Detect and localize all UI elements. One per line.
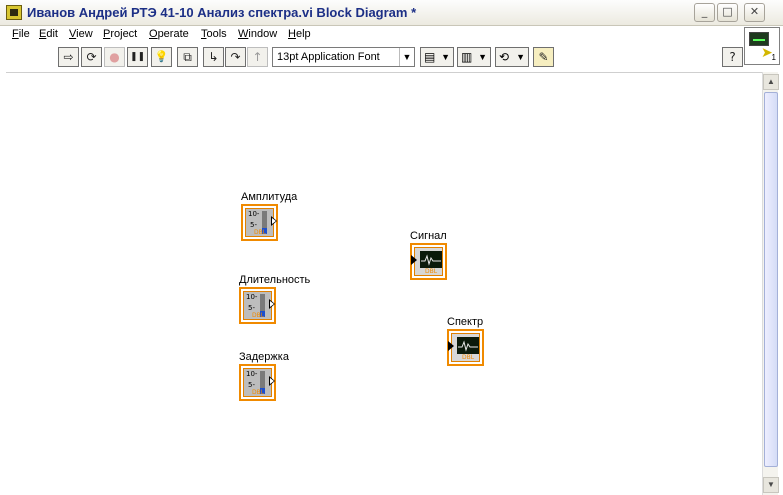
distribute-objects-dropdown[interactable]: ▥ ▼ [457,47,491,67]
toolbar: ⇨ ⟳ ● ❚❚ 💡 ⧉ ↳ ↷ ↑ 13pt Application Font… [0,44,743,70]
tick-label-low: 5- [250,221,257,229]
datatype-label: DBL [252,312,265,319]
chevron-down-icon: ▼ [399,48,414,66]
run-continuously-icon[interactable]: ⟳ [81,47,102,67]
distribute-objects-icon: ▥ [461,50,473,64]
vi-icon-connector-pane[interactable]: ➤ 1 [744,27,780,65]
terminal-label-signal[interactable]: Сигнал [410,230,447,242]
font-select-value: 13pt Application Font [277,51,380,63]
run-arrow-icon[interactable]: ⇨ [58,47,79,67]
output-terminal-arrow-icon [269,299,275,309]
step-out-icon[interactable]: ↑ [247,47,268,67]
terminal-duration[interactable]: 10- 5- DBL [239,287,276,324]
terminal-label-delay[interactable]: Задержка [239,351,289,363]
menu-edit[interactable]: Edit [39,28,58,40]
terminal-signal[interactable]: DBL [410,243,447,280]
scrollbar-thumb[interactable] [764,92,778,467]
menu-help[interactable]: Help [288,28,311,40]
graph-screen [420,251,442,268]
reorder-icon: ⟲ [499,50,510,64]
tick-label-high: 10- [248,210,260,218]
menu-project[interactable]: Project [103,28,137,40]
waveform-icon [421,254,441,266]
menu-view[interactable]: View [69,28,93,40]
numeric-control-icon: 10- 5- DBL [243,291,272,320]
clean-up-diagram-icon[interactable]: ✎ [533,47,554,67]
numeric-control-icon: 10- 5- DBL [245,208,274,237]
scroll-up-icon[interactable]: ▲ [763,74,779,90]
scroll-down-icon[interactable]: ▼ [763,477,779,493]
close-button[interactable]: ✕ [744,3,765,22]
step-into-icon[interactable]: ↳ [203,47,224,67]
reorder-dropdown[interactable]: ⟲ ▼ [495,47,529,67]
abort-icon[interactable]: ● [104,47,125,67]
datatype-label: DBL [462,354,475,361]
window-title: Иванов Андрей РТЭ 41-10 Анализ спектра.v… [27,5,417,20]
input-terminal-arrow-icon [411,255,417,265]
terminal-spectrum[interactable]: DBL [447,329,484,366]
align-objects-dropdown[interactable]: ▤ ▼ [420,47,454,67]
terminal-label-spectrum[interactable]: Спектр [447,316,483,328]
step-over-icon[interactable]: ↷ [225,47,246,67]
connector-pane-number: 1 [771,53,776,62]
retain-wire-values-icon[interactable]: ⧉ [177,47,198,67]
vertical-scrollbar[interactable]: ▲ ▼ [762,72,779,495]
labview-vi-icon [6,5,22,20]
datatype-label: DBL [252,389,265,396]
output-terminal-arrow-icon [269,376,275,386]
menu-window[interactable]: Window [238,28,277,40]
block-diagram-canvas[interactable]: Амплитуда 10- 5- DBL Длительность 10- 5-… [6,72,762,495]
menu-operate[interactable]: Operate [149,28,189,40]
output-terminal-arrow-icon [271,216,277,226]
tick-label-low: 5- [248,381,255,389]
help-icon[interactable]: ? [722,47,743,67]
align-objects-icon: ▤ [424,50,436,64]
menu-bar: File Edit View Project Operate Tools Win… [0,26,740,44]
terminal-amplitude[interactable]: 10- 5- DBL [241,204,278,241]
terminal-delay[interactable]: 10- 5- DBL [239,364,276,401]
tick-label-high: 10- [246,293,258,301]
maximize-button[interactable]: □ [717,3,738,22]
tick-label-low: 5- [248,304,255,312]
menu-file[interactable]: File [12,28,30,40]
pause-icon[interactable]: ❚❚ [127,47,148,67]
waveform-icon [458,340,478,352]
datatype-label: DBL [425,268,438,275]
waveform-graph-icon: DBL [414,247,443,276]
datatype-label: DBL [254,229,267,236]
input-terminal-arrow-icon [448,341,454,351]
minimize-button[interactable]: _ [694,3,715,22]
tick-label-high: 10- [246,370,258,378]
font-select[interactable]: 13pt Application Font ▼ [272,47,415,67]
title-bar[interactable]: Иванов Андрей РТЭ 41-10 Анализ спектра.v… [0,0,783,26]
menu-tools[interactable]: Tools [201,28,227,40]
terminal-label-duration[interactable]: Длительность [239,274,310,286]
numeric-control-icon: 10- 5- DBL [243,368,272,397]
graph-screen [457,337,479,354]
terminal-label-amplitude[interactable]: Амплитуда [241,191,297,203]
waveform-graph-icon: DBL [451,333,480,362]
highlight-execution-icon[interactable]: 💡 [151,47,172,67]
